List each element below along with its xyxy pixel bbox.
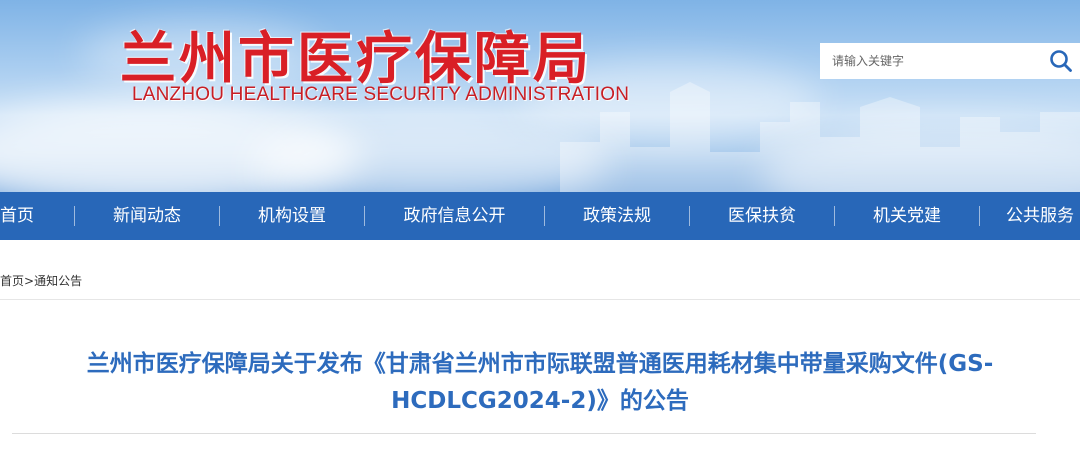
breadcrumb-separator: > [24, 274, 35, 288]
article-title: 兰州市医疗保障局关于发布《甘肃省兰州市市际联盟普通医用耗材集中带量采购文件(GS… [86, 351, 994, 414]
site-title: 兰州市医疗保障局 [120, 27, 592, 92]
main-nav: 首页 新闻动态 机构设置 政府信息公开 政策法规 医保扶贫 机关党建 公共服务 [0, 192, 1080, 240]
divider [12, 433, 1036, 434]
nav-item-public-service[interactable]: 公共服务 [980, 192, 1080, 240]
breadcrumb: 首页>通知公告 [0, 272, 82, 289]
search-icon [1050, 50, 1072, 72]
nav-item-gov-info[interactable]: 政府信息公开 [365, 192, 544, 240]
nav-item-poverty-relief[interactable]: 医保扶贫 [690, 192, 834, 240]
search-input[interactable] [820, 44, 1042, 78]
nav-item-news[interactable]: 新闻动态 [75, 192, 219, 240]
nav-item-home[interactable]: 首页 [0, 192, 40, 240]
search-button[interactable] [1048, 48, 1074, 74]
breadcrumb-current[interactable]: 通知公告 [34, 274, 82, 288]
divider [0, 299, 1080, 300]
search-box [820, 43, 1080, 79]
breadcrumb-home[interactable]: 首页 [0, 274, 24, 288]
header-banner: 兰州市医疗保障局 LANZHOU HEALTHCARE SECURITY ADM… [0, 0, 1080, 192]
nav-item-policies[interactable]: 政策法规 [545, 192, 689, 240]
site-subtitle-en: LANZHOU HEALTHCARE SECURITY ADMINISTRATI… [132, 84, 630, 105]
nav-item-party-building[interactable]: 机关党建 [835, 192, 979, 240]
nav-item-organization[interactable]: 机构设置 [220, 192, 364, 240]
